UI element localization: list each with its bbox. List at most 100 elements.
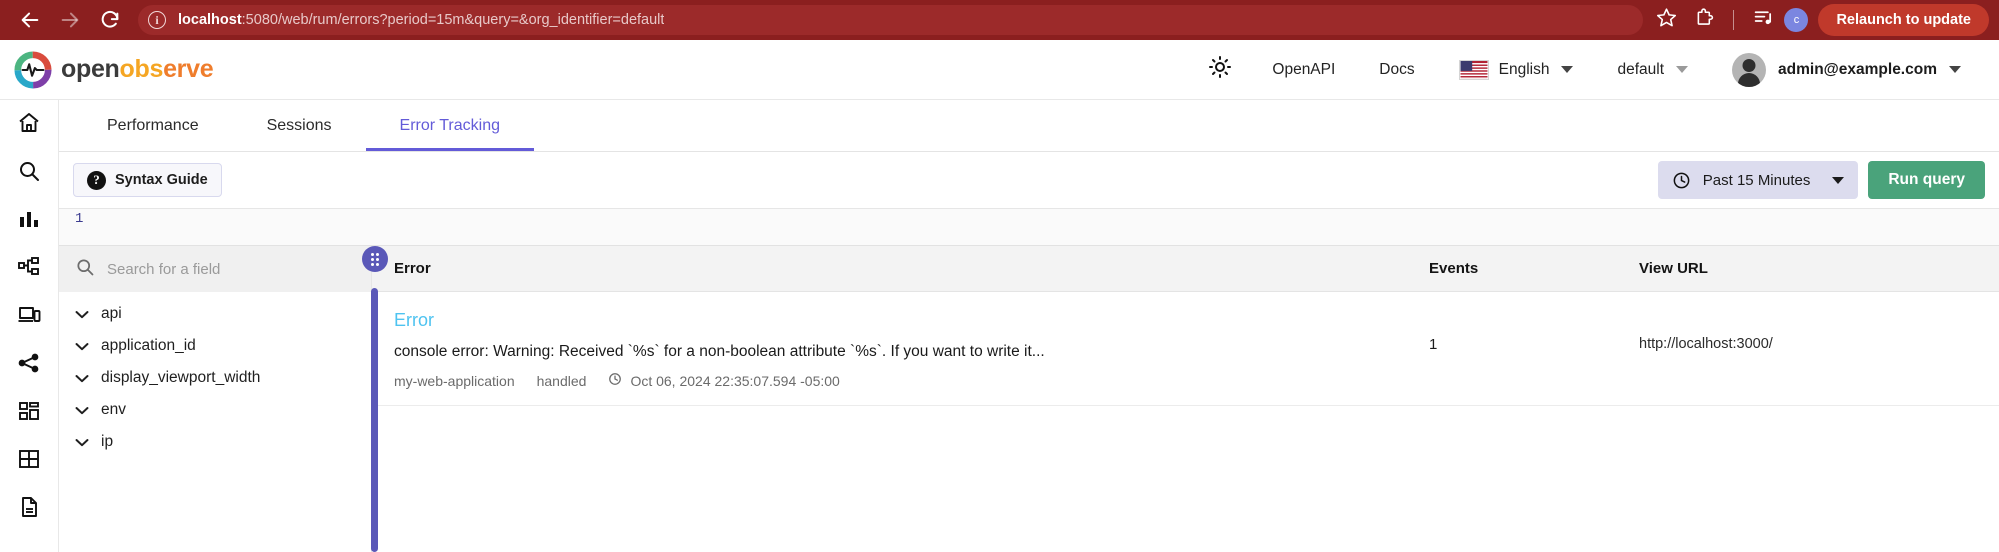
relaunch-to-update-button[interactable]: Relaunch to update [1818, 4, 1989, 36]
media-button[interactable] [1746, 3, 1780, 37]
sidebar-item-metrics[interactable] [12, 202, 46, 236]
time-range-picker[interactable]: Past 15 Minutes [1657, 161, 1859, 199]
sun-icon [1208, 55, 1232, 84]
tab-sessions[interactable]: Sessions [233, 100, 366, 151]
devices-icon [17, 303, 41, 327]
bar-chart-icon [17, 207, 41, 231]
organization-selector[interactable]: default [1595, 50, 1710, 90]
browser-toolbar: i localhost:5080/web/rum/errors?period=1… [0, 0, 1999, 40]
table-grid-icon [17, 447, 41, 471]
docs-link[interactable]: Docs [1357, 50, 1436, 90]
error-title-link[interactable]: Error [394, 310, 1429, 331]
field-panel: Search for a field api application_id di… [59, 246, 372, 552]
rum-tabs: Performance Sessions Error Tracking [59, 100, 1999, 152]
panel-resize-handle[interactable] [362, 246, 388, 272]
home-icon [17, 111, 41, 135]
drag-dot [376, 257, 379, 261]
run-query-button[interactable]: Run query [1868, 161, 1985, 199]
openapi-link[interactable]: OpenAPI [1250, 50, 1357, 90]
extensions-button[interactable] [1687, 3, 1721, 37]
reload-button[interactable] [90, 0, 130, 40]
theme-toggle-button[interactable] [1190, 50, 1250, 90]
view-url-value[interactable]: http://localhost:3000/ [1639, 310, 1999, 352]
field-label: display_viewport_width [101, 369, 261, 386]
tab-error-tracking[interactable]: Error Tracking [365, 100, 535, 151]
error-meta: my-web-application handled Oct 06, 2024 … [394, 372, 1429, 389]
search-icon [75, 257, 95, 282]
language-selector[interactable]: English [1437, 50, 1596, 90]
column-header-events: Events [1429, 260, 1479, 277]
forward-button[interactable] [50, 0, 90, 40]
toolbar-divider [1733, 10, 1735, 30]
sidebar-item-home[interactable] [12, 106, 46, 140]
back-arrow-icon [19, 9, 41, 31]
document-icon [17, 495, 41, 519]
address-bar[interactable]: i localhost:5080/web/rum/errors?period=1… [138, 5, 1644, 35]
field-label: application_id [101, 337, 196, 354]
field-item-application-id[interactable]: application_id [59, 330, 371, 362]
chevron-down-icon [1561, 66, 1574, 73]
extensions-puzzle-icon [1694, 7, 1715, 33]
app-logo[interactable]: openobserve [14, 50, 214, 89]
user-email: admin@example.com [1778, 60, 1937, 78]
chevron-down-icon [75, 342, 89, 351]
table-header-row: Error Events View URL [372, 246, 1999, 292]
field-label: env [101, 401, 126, 418]
drag-dot [376, 252, 379, 256]
browser-profile-avatar[interactable]: c [1784, 8, 1809, 32]
pipeline-icon [17, 255, 41, 279]
drag-dot [371, 252, 374, 256]
us-flag-icon [1458, 59, 1489, 80]
app-body: Performance Sessions Error Tracking ? Sy… [0, 100, 1999, 552]
forward-arrow-icon [59, 9, 81, 31]
error-timestamp-wrapper: Oct 06, 2024 22:35:07.594 -05:00 [608, 372, 840, 389]
openobserve-logo-icon [14, 50, 52, 89]
user-menu[interactable]: admin@example.com [1710, 50, 1983, 90]
sidebar-item-reports[interactable] [12, 490, 46, 524]
time-range-label: Past 15 Minutes [1702, 171, 1811, 189]
app-header: openobserve OpenAPI Docs English default… [0, 40, 1999, 100]
editor-line-number: 1 [75, 211, 84, 227]
chevron-down-icon [75, 438, 89, 447]
url-text: localhost:5080/web/rum/errors?period=15m… [178, 12, 664, 28]
table-row[interactable]: Error console error: Warning: Received `… [372, 292, 1999, 406]
field-item-ip[interactable]: ip [59, 426, 371, 458]
dashboard-grid-icon [17, 399, 41, 423]
clock-icon [608, 372, 622, 389]
search-input-wrapper[interactable]: Search for a field [59, 246, 371, 292]
events-count: 1 [1429, 336, 1438, 353]
site-info-icon[interactable]: i [148, 11, 166, 29]
sidebar-item-rum[interactable] [12, 298, 46, 332]
sidebar-item-logs[interactable] [12, 154, 46, 188]
header-actions: OpenAPI Docs English default admin@examp… [1190, 50, 1983, 90]
drag-dot [371, 257, 374, 261]
sidebar-item-traces[interactable] [12, 250, 46, 284]
syntax-guide-label: Syntax Guide [115, 172, 208, 188]
chevron-down-icon [1676, 66, 1689, 73]
reload-icon [99, 9, 121, 31]
star-icon [1656, 7, 1677, 33]
field-item-api[interactable]: api [59, 298, 371, 330]
url-host: localhost [178, 12, 242, 28]
chevron-down-icon [75, 406, 89, 415]
field-item-display-viewport-width[interactable]: display_viewport_width [59, 362, 371, 394]
bookmark-button[interactable] [1649, 3, 1683, 37]
toolbar-actions: c [1649, 3, 1809, 37]
sidebar-item-dashboards[interactable] [12, 394, 46, 428]
back-button[interactable] [10, 0, 50, 40]
syntax-guide-button[interactable]: ? Syntax Guide [73, 163, 222, 197]
sidebar-item-streams[interactable] [12, 442, 46, 476]
query-editor[interactable]: 1 [59, 208, 1999, 246]
search-input[interactable]: Search for a field [107, 261, 220, 278]
tab-performance[interactable]: Performance [73, 100, 233, 151]
field-item-env[interactable]: env [59, 394, 371, 426]
sidebar-item-pipelines[interactable] [12, 346, 46, 380]
field-label: api [101, 305, 122, 322]
organization-label: default [1617, 60, 1665, 78]
media-list-icon [1753, 7, 1774, 33]
chevron-down-icon [1832, 176, 1845, 184]
panes: Search for a field api application_id di… [59, 246, 1999, 552]
panel-resize-bar[interactable] [371, 288, 378, 552]
question-mark-icon: ? [87, 170, 106, 190]
field-label: ip [101, 433, 114, 450]
